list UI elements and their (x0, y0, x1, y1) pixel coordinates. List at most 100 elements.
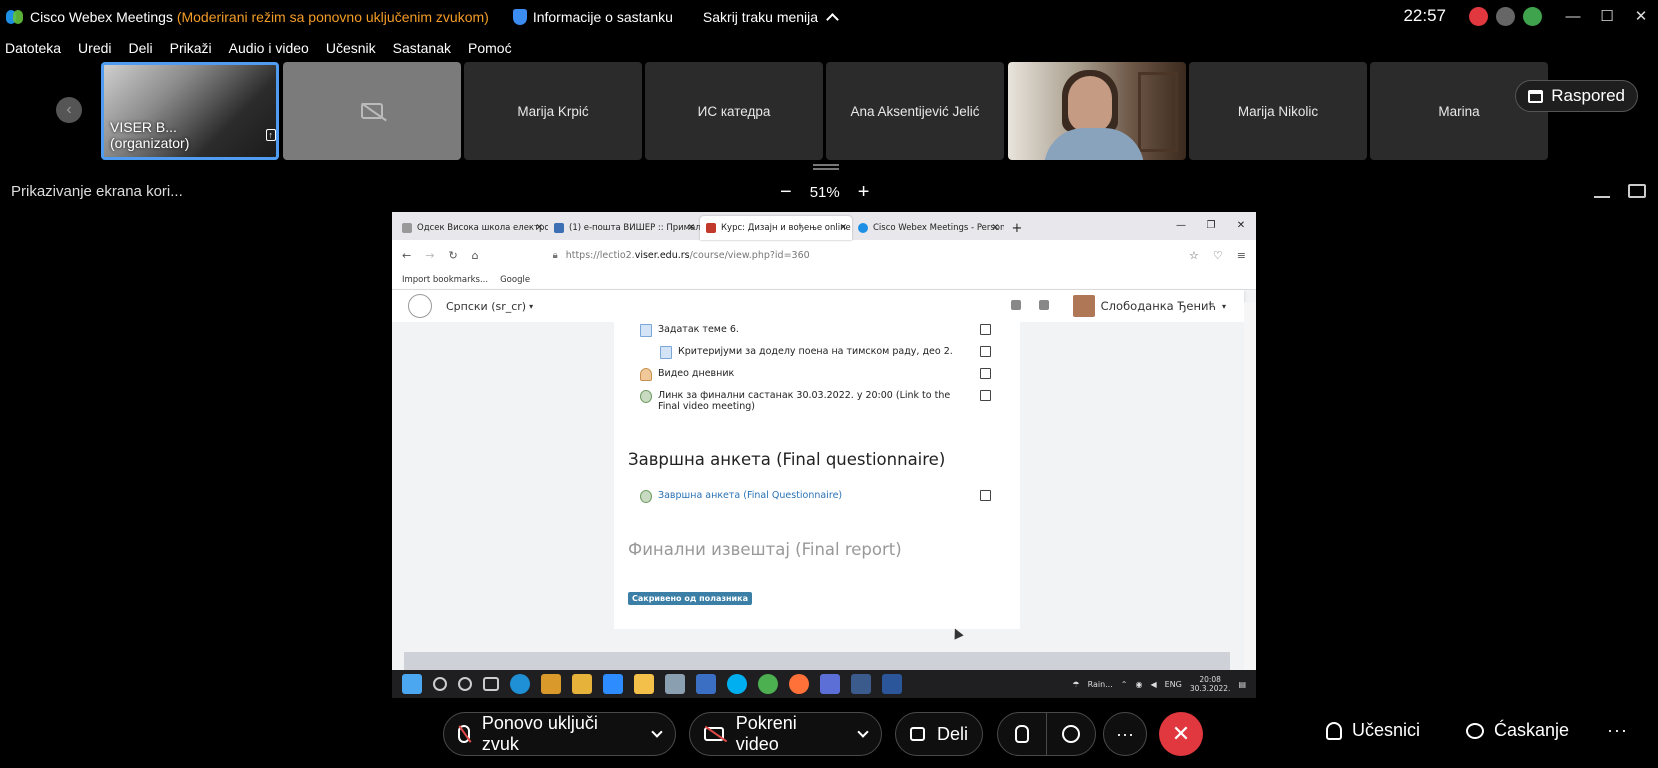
menu-ucesnik[interactable]: Učesnik (326, 40, 376, 56)
minimize-icon[interactable]: — (1166, 212, 1196, 238)
participants-button[interactable]: Učesnici (1326, 720, 1420, 741)
more-panels-icon[interactable]: ··· (1607, 720, 1628, 741)
layout-button[interactable]: Raspored (1515, 80, 1638, 112)
browser-tab[interactable]: Cisco Webex Meetings - Person... ✕ (852, 216, 1004, 240)
save-app-icon[interactable] (820, 674, 840, 694)
notification-icon[interactable]: ▤ (1238, 680, 1246, 689)
participant-tile-presenter[interactable]: VISER B... (organizator) ↑ (101, 62, 279, 160)
close-icon[interactable]: ✕ (1226, 212, 1256, 238)
raise-hand-button[interactable] (997, 712, 1047, 756)
close-icon[interactable]: ✕ (1624, 0, 1658, 32)
notifications-icon[interactable] (1011, 300, 1021, 310)
reload-icon[interactable]: ↻ (448, 249, 457, 262)
cortana-icon[interactable] (458, 677, 472, 691)
participant-tile[interactable]: Marija Krpić (464, 62, 642, 160)
windows-start-icon[interactable] (402, 674, 422, 694)
site-logo-icon[interactable] (408, 294, 432, 318)
start-video-button[interactable]: Pokreni video (689, 712, 882, 756)
chrome-icon[interactable] (758, 674, 778, 694)
network-stats-icon[interactable] (1523, 7, 1542, 26)
participant-tile-video[interactable] (1008, 62, 1186, 160)
chevron-down-icon[interactable] (651, 725, 663, 738)
completion-checkbox[interactable] (980, 490, 991, 501)
completion-checkbox[interactable] (980, 324, 991, 335)
back-icon[interactable]: ← (402, 249, 411, 262)
address-field[interactable]: 🔒︎ https://lectio2.viser.edu.rs/course/v… (553, 244, 1113, 266)
drag-handle[interactable] (813, 164, 839, 170)
activity-item[interactable]: Задатак теме 6. (640, 324, 739, 337)
completion-checkbox[interactable] (980, 346, 991, 357)
close-tab-icon[interactable]: ✕ (535, 223, 543, 233)
file-explorer-icon[interactable] (634, 674, 654, 694)
chat-button[interactable]: Ćaskanje (1466, 720, 1569, 741)
search-icon[interactable] (433, 677, 447, 691)
recording-icon[interactable] (1469, 7, 1488, 26)
skype-icon[interactable] (727, 674, 747, 694)
meeting-info-button[interactable]: Informacije o sastanku (533, 9, 673, 25)
activity-item[interactable]: Видео дневник (640, 368, 734, 381)
calculator-icon[interactable] (696, 674, 716, 694)
taskbar-clock[interactable]: 20:08 30.3.2022. (1190, 675, 1231, 693)
hamburger-menu-icon[interactable]: ≡ (1237, 249, 1246, 262)
menu-prikazi[interactable]: Prikaži (170, 40, 212, 56)
close-tab-icon[interactable]: ✕ (991, 223, 999, 233)
zoom-app-icon[interactable] (603, 674, 623, 694)
participant-tile[interactable]: Marina (1370, 62, 1548, 160)
share-button[interactable]: Deli (895, 712, 983, 756)
chevron-left-icon[interactable]: ‹ (56, 97, 82, 123)
user-menu[interactable]: Слободанка Ђенић ▾ (1072, 295, 1226, 317)
close-tab-icon[interactable]: ✕ (687, 223, 695, 233)
tool-icon[interactable] (572, 674, 592, 694)
menu-datoteka[interactable]: Datoteka (5, 40, 61, 56)
task-view-icon[interactable] (483, 677, 499, 691)
activity-item[interactable]: Критеријуми за доделу поена на тимском р… (660, 346, 953, 359)
browser-tab[interactable]: (1) е-пошта ВИШЕР :: Прималн... ✕ (548, 216, 700, 240)
menu-uredi[interactable]: Uredi (78, 40, 111, 56)
word-icon[interactable] (882, 674, 902, 694)
completion-checkbox[interactable] (980, 390, 991, 401)
menu-audio-video[interactable]: Audio i video (229, 40, 309, 56)
menu-deli[interactable]: Deli (129, 40, 153, 56)
activity-item[interactable]: Завршна анкета (Final Questionnaire) (640, 490, 842, 503)
menu-sastanak[interactable]: Sastanak (393, 40, 451, 56)
pocket-icon[interactable]: ♡ (1213, 249, 1223, 262)
browser-tab-active[interactable]: Курс: Дизајн и вођење online ... ✕ (700, 216, 852, 240)
edge-icon[interactable] (510, 674, 530, 694)
weather-label[interactable]: Rain... (1088, 680, 1113, 689)
key-icon[interactable] (1496, 7, 1515, 26)
participant-tile[interactable]: Ana Aksentijević Jelić (826, 62, 1004, 160)
zoom-out-button[interactable]: − (780, 181, 792, 204)
wifi-icon[interactable]: ◉ (1135, 680, 1142, 689)
google-bookmark[interactable]: Google (500, 275, 530, 285)
menu-pomoc[interactable]: Pomoć (468, 40, 512, 56)
tray-chevron-icon[interactable]: ⌃ (1121, 680, 1128, 689)
participant-tile[interactable]: Marija Nikolic (1189, 62, 1367, 160)
unmute-button[interactable]: Ponovo uključi zvuk (443, 712, 676, 756)
more-options-button[interactable]: ··· (1103, 712, 1147, 756)
volume-icon[interactable]: ◀ (1150, 680, 1156, 689)
monitor-icon[interactable] (1628, 184, 1646, 198)
messages-icon[interactable] (1039, 300, 1049, 310)
language-indicator[interactable]: ENG (1165, 680, 1182, 689)
media-icon[interactable] (541, 674, 561, 694)
hide-menu-button[interactable]: Sakrij traku menija (703, 9, 839, 26)
minimize-icon[interactable]: — (1556, 0, 1590, 32)
import-bookmarks-link[interactable]: Import bookmarks... (402, 275, 488, 285)
annotate-icon[interactable] (1594, 184, 1610, 198)
link-app-icon[interactable] (851, 674, 871, 694)
participant-tile-camera-off[interactable] (283, 62, 461, 160)
reactions-button[interactable] (1046, 712, 1096, 756)
chevron-down-icon[interactable] (857, 725, 869, 738)
forward-icon[interactable]: → (425, 249, 434, 262)
star-icon[interactable]: ☆ (1189, 249, 1199, 262)
activity-item[interactable]: Линк за финални састанак 30.03.2022. у 2… (640, 390, 960, 412)
zoom-in-button[interactable]: + (858, 181, 870, 204)
restore-icon[interactable]: ❐ (1196, 212, 1226, 238)
scrollbar[interactable] (1244, 302, 1256, 698)
weather-icon[interactable]: ☂ (1072, 680, 1079, 689)
app-icon[interactable] (665, 674, 685, 694)
firefox-icon[interactable] (789, 674, 809, 694)
maximize-icon[interactable]: ☐ (1590, 0, 1624, 32)
participant-tile[interactable]: ИС катедра (645, 62, 823, 160)
close-tab-icon[interactable]: ✕ (839, 223, 847, 233)
